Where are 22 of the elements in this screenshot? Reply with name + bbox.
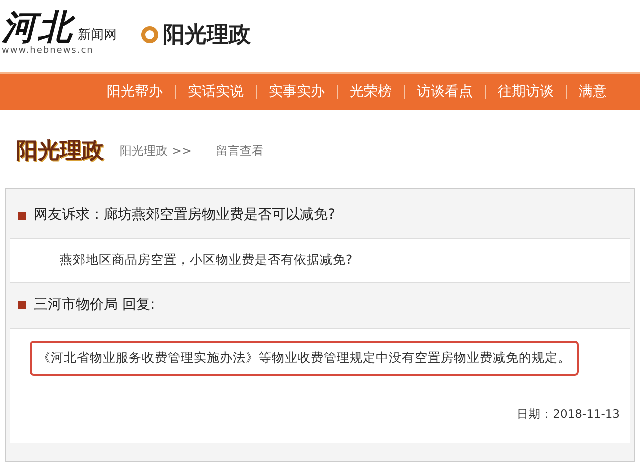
- bullet-icon: [18, 301, 26, 310]
- highlighted-text: 《河北省物业服务收费管理实施办法》等物业收费管理规定中没有空置房物业费减免的规定。: [30, 340, 579, 376]
- nav-link[interactable]: 实事实办: [257, 85, 338, 99]
- bullet-icon: [18, 212, 26, 220]
- channel-logo[interactable]: 阳光理政: [163, 18, 251, 52]
- site-logo[interactable]: 河北: [2, 11, 74, 46]
- breadcrumb-link[interactable]: 留言查看: [216, 142, 264, 160]
- nav-link[interactable]: 实话实说: [176, 85, 257, 99]
- nav-link[interactable]: 满意: [567, 85, 619, 99]
- page-title: 阳光理政: [16, 138, 104, 166]
- section-heading: 网友诉求：廊坊燕郊空置房物业费是否可以减免?: [34, 206, 336, 225]
- nav-link[interactable]: 光荣榜: [338, 85, 405, 99]
- body-text: 燕郊地区商品房空置，小区物业费是否有依据减免?: [60, 252, 353, 267]
- site-logo-subtitle: 新闻网: [78, 26, 117, 45]
- section-heading: 三河市物价局 回复:: [34, 296, 156, 315]
- site-url: www.hebnews.cn: [2, 45, 95, 58]
- nav-link[interactable]: 往期访谈: [486, 85, 567, 99]
- nav-link[interactable]: 阳光帮办: [95, 85, 176, 99]
- nav-link[interactable]: 访谈看点: [405, 85, 486, 99]
- breadcrumb-link[interactable]: 阳光理政 >>: [120, 142, 192, 160]
- ring-logo-icon: [141, 26, 159, 44]
- date-text: 日期：2018-11-13: [517, 406, 620, 420]
